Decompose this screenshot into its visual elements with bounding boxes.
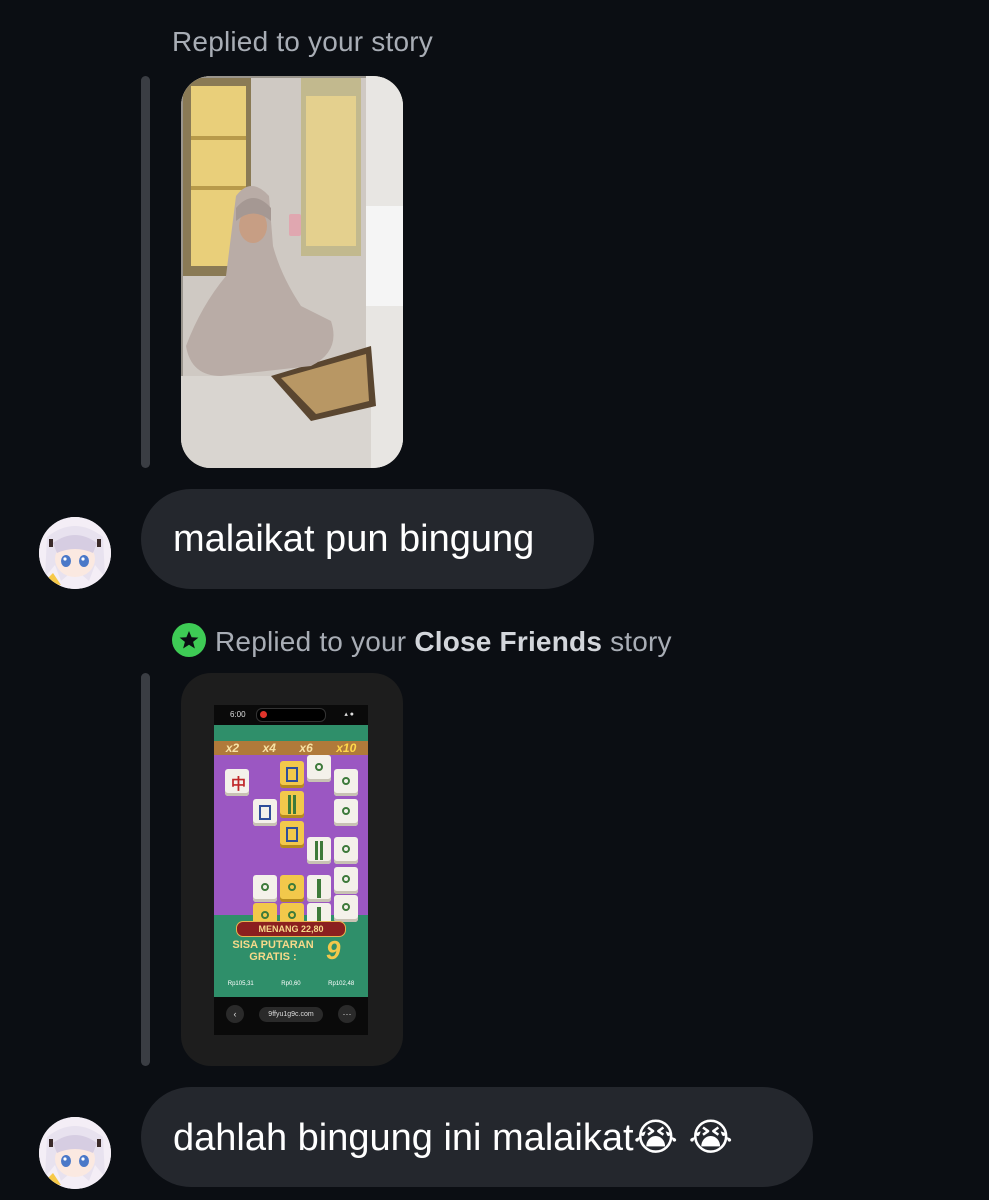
multiplier: x10 (336, 741, 357, 755)
reply-indicator-bar (141, 673, 150, 1066)
balance-value: Rp105,31 (227, 981, 254, 987)
multiplier-row: x2 x4 x6 x10 (214, 741, 368, 755)
reply-label-close-friends-text: Close Friends (414, 626, 603, 657)
sender-avatar[interactable] (39, 517, 111, 589)
browser-url: 9ffyu1g9c.com (259, 1006, 323, 1022)
reply-indicator-bar (141, 76, 150, 468)
mahjong-board: 中 (214, 755, 368, 930)
mahjong-tile (334, 837, 358, 864)
balance-value: Rp0,60 (281, 981, 301, 987)
message-text: dahlah bingung ini malaikat😭 😭 (173, 1116, 733, 1159)
balance-value: Rp102,48 (328, 981, 355, 987)
mahjong-tile (280, 761, 304, 788)
message-bubble[interactable]: dahlah bingung ini malaikat😭 😭 (141, 1087, 813, 1187)
close-friends-star-icon (172, 623, 206, 657)
reply-label-prefix: Replied to your (215, 626, 407, 657)
free-spins-count: 9 (326, 935, 341, 965)
more-icon: ··· (338, 1005, 356, 1023)
slot-game: x2 x4 x6 x10 中 MENANG 22,80 SISA PUTARAN… (214, 725, 368, 997)
multiplier: x6 (299, 741, 313, 755)
multiplier: x4 (262, 741, 276, 755)
reply-label: Replied to your story (172, 26, 433, 57)
multiplier: x2 (225, 741, 240, 755)
story-thumbnail-selfie[interactable] (181, 76, 403, 468)
status-time: 6:00 (230, 710, 246, 719)
mahjong-tile: 中 (225, 769, 249, 796)
mahjong-tile (307, 875, 331, 902)
selfie-image (181, 76, 403, 468)
mahjong-tile (334, 799, 358, 826)
reply-label-close-friends: Replied to your Close Friends story (172, 623, 672, 658)
mahjong-tile (307, 837, 331, 864)
mahjong-tile (253, 875, 277, 902)
sender-avatar[interactable] (39, 1117, 111, 1189)
recording-dot-icon (260, 711, 267, 718)
anime-avatar-icon (39, 517, 111, 589)
mahjong-tile (280, 821, 304, 848)
mahjong-tile (280, 791, 304, 818)
mahjong-tile (280, 875, 304, 902)
phone-screenshot: 6:00 ▴ ● x2 x4 x6 x10 中 MENANG 22,80 SIS… (214, 705, 368, 1035)
balance-row: Rp105,31 Rp0,60 Rp102,48 (214, 977, 368, 991)
message-bubble[interactable]: malaikat pun bingung (141, 489, 594, 589)
mahjong-tile (307, 755, 331, 782)
back-icon: ‹ (226, 1005, 244, 1023)
mahjong-tile (334, 867, 358, 894)
mahjong-tile (334, 895, 358, 922)
mahjong-tile (334, 769, 358, 796)
mahjong-tile (253, 799, 277, 826)
battery-icon: ▴ ● (344, 711, 354, 718)
browser-toolbar: ‹ 9ffyu1g9c.com ··· (226, 1003, 356, 1025)
message-text: malaikat pun bingung (173, 517, 535, 560)
reply-label-suffix: story (610, 626, 672, 657)
story-thumbnail-game[interactable]: 6:00 ▴ ● x2 x4 x6 x10 中 MENANG 22,80 SIS… (181, 673, 403, 1066)
anime-avatar-icon (39, 1117, 111, 1189)
free-spins-label: SISA PUTARAN GRATIS : (232, 939, 314, 963)
phone-status-bar: 6:00 ▴ ● (214, 707, 368, 723)
